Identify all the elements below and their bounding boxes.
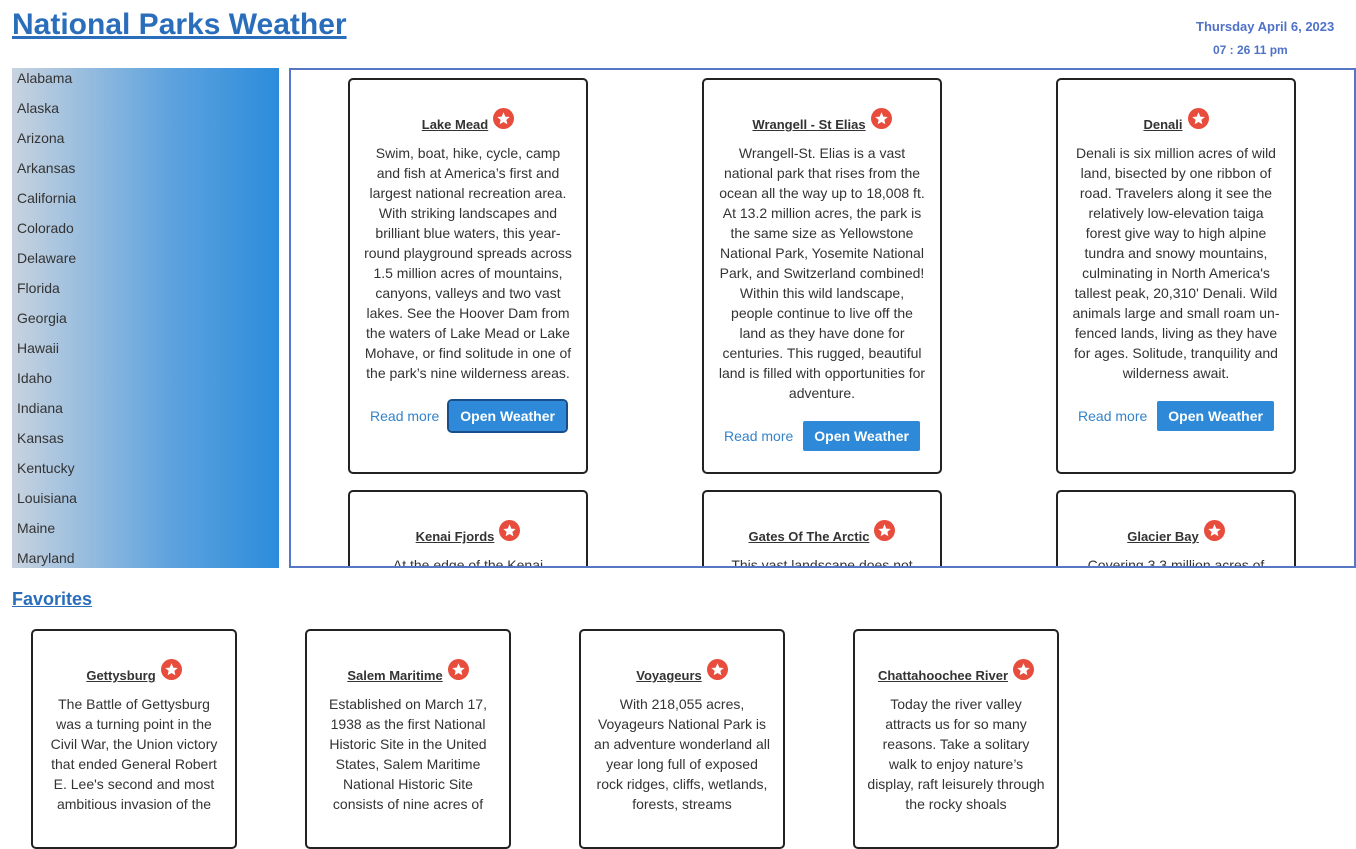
state-item[interactable]: Arizona: [12, 128, 279, 158]
card-actions: Read more Open Weather: [364, 399, 572, 433]
site-title[interactable]: National Parks Weather: [12, 8, 347, 42]
park-name-link[interactable]: Voyageurs: [636, 668, 702, 683]
favorite-star-icon[interactable]: [499, 520, 521, 541]
favorite-star-icon[interactable]: [874, 520, 896, 541]
card-header: Voyageurs: [593, 657, 771, 683]
park-description: At the edge of the Kenai: [392, 557, 544, 568]
favorite-star-icon[interactable]: [160, 659, 182, 680]
card-header: Denali: [1072, 106, 1280, 132]
park-card: Denali Denali is six million acres of wil…: [1056, 78, 1296, 474]
open-weather-button[interactable]: Open Weather: [1157, 401, 1274, 431]
favorite-star-icon[interactable]: [493, 108, 515, 129]
state-item[interactable]: Alabama: [12, 68, 279, 98]
datetime-display: Thursday April 6, 2023 07 : 26 11 pm: [1196, 19, 1356, 57]
park-description: Today the river valley attracts us for s…: [867, 696, 1045, 812]
favorites-title[interactable]: Favorites: [12, 589, 92, 610]
state-item[interactable]: Kentucky: [12, 458, 279, 488]
card-header: Kenai Fjords: [364, 518, 572, 544]
park-card: Wrangell - St Elias Wrangell-St. Elias is…: [702, 78, 942, 474]
state-item[interactable]: Arkansas: [12, 158, 279, 188]
current-time: 07 : 26 11 pm: [1213, 43, 1288, 57]
park-name-link[interactable]: Kenai Fjords: [416, 529, 495, 544]
state-item[interactable]: Kansas: [12, 428, 279, 458]
park-description: Covering 3.3 million acres of: [1087, 557, 1265, 568]
state-item[interactable]: Delaware: [12, 248, 279, 278]
state-item[interactable]: California: [12, 188, 279, 218]
favorite-star-icon[interactable]: [706, 659, 728, 680]
favorite-card: Gettysburg The Battle of Gettysburg was a…: [31, 629, 237, 849]
parks-panel[interactable]: Lake Mead Swim, boat, hike, cycle, camp a…: [289, 68, 1356, 568]
park-name-link[interactable]: Gettysburg: [86, 668, 155, 683]
park-card: Kenai Fjords At the edge of the Kenai: [348, 490, 588, 568]
park-card: Gates Of The Arctic This vast landscape d…: [702, 490, 942, 568]
current-date: Thursday April 6, 2023: [1196, 19, 1335, 34]
state-item[interactable]: Alaska: [12, 98, 279, 128]
card-actions: Read more Open Weather: [718, 421, 926, 451]
favorite-star-icon[interactable]: [1187, 108, 1209, 129]
favorite-card: Chattahoochee River Today the river valle…: [853, 629, 1059, 849]
state-item[interactable]: Georgia: [12, 308, 279, 338]
card-header: Gates Of The Arctic: [718, 518, 926, 544]
card-header: Gettysburg: [45, 657, 223, 683]
park-name-link[interactable]: Gates Of The Arctic: [749, 529, 870, 544]
park-card: Lake Mead Swim, boat, hike, cycle, camp a…: [348, 78, 588, 474]
favorite-star-icon[interactable]: [870, 108, 892, 129]
state-item[interactable]: Maryland: [12, 548, 279, 568]
park-description: This vast landscape does not: [731, 557, 913, 568]
park-description: Established on March 17, 1938 as the fir…: [329, 696, 487, 812]
park-name-link[interactable]: Glacier Bay: [1127, 529, 1199, 544]
park-description: The Battle of Gettysburg was a turning p…: [50, 696, 218, 812]
park-name-link[interactable]: Wrangell - St Elias: [752, 117, 865, 132]
card-header: Wrangell - St Elias: [718, 106, 926, 132]
park-description: Denali is six million acres of wild land…: [1072, 145, 1280, 381]
read-more-link[interactable]: Read more: [370, 408, 439, 424]
favorite-star-icon[interactable]: [447, 659, 469, 680]
state-item[interactable]: Louisiana: [12, 488, 279, 518]
favorite-star-icon[interactable]: [1203, 520, 1225, 541]
state-item[interactable]: Florida: [12, 278, 279, 308]
park-name-link[interactable]: Lake Mead: [422, 117, 488, 132]
favorite-card: Salem Maritime Established on March 17, 1…: [305, 629, 511, 849]
card-header: Salem Maritime: [319, 657, 497, 683]
card-actions: Read more Open Weather: [1072, 401, 1280, 431]
park-description: With 218,055 acres, Voyageurs National P…: [594, 696, 770, 812]
state-item[interactable]: Idaho: [12, 368, 279, 398]
card-header: Glacier Bay: [1072, 518, 1280, 544]
open-weather-button[interactable]: Open Weather: [447, 399, 568, 433]
state-list[interactable]: Alabama Alaska Arizona Arkansas California Co…: [12, 68, 279, 568]
state-item[interactable]: Colorado: [12, 218, 279, 248]
park-description: Swim, boat, hike, cycle, camp and fish a…: [364, 145, 572, 381]
state-item[interactable]: Indiana: [12, 398, 279, 428]
state-item[interactable]: Hawaii: [12, 338, 279, 368]
park-name-link[interactable]: Denali: [1143, 117, 1182, 132]
park-description: Wrangell-St. Elias is a vast national pa…: [718, 145, 926, 401]
favorite-star-icon[interactable]: [1013, 659, 1035, 680]
read-more-link[interactable]: Read more: [1078, 408, 1147, 424]
park-name-link[interactable]: Chattahoochee River: [878, 668, 1008, 683]
park-card: Glacier Bay Covering 3.3 million acres of: [1056, 490, 1296, 568]
state-item[interactable]: Maine: [12, 518, 279, 548]
card-header: Chattahoochee River: [867, 657, 1045, 683]
favorite-card: Voyageurs With 218,055 acres, Voyageurs N…: [579, 629, 785, 849]
card-header: Lake Mead: [364, 106, 572, 132]
read-more-link[interactable]: Read more: [724, 428, 793, 444]
open-weather-button[interactable]: Open Weather: [803, 421, 920, 451]
park-name-link[interactable]: Salem Maritime: [347, 668, 442, 683]
